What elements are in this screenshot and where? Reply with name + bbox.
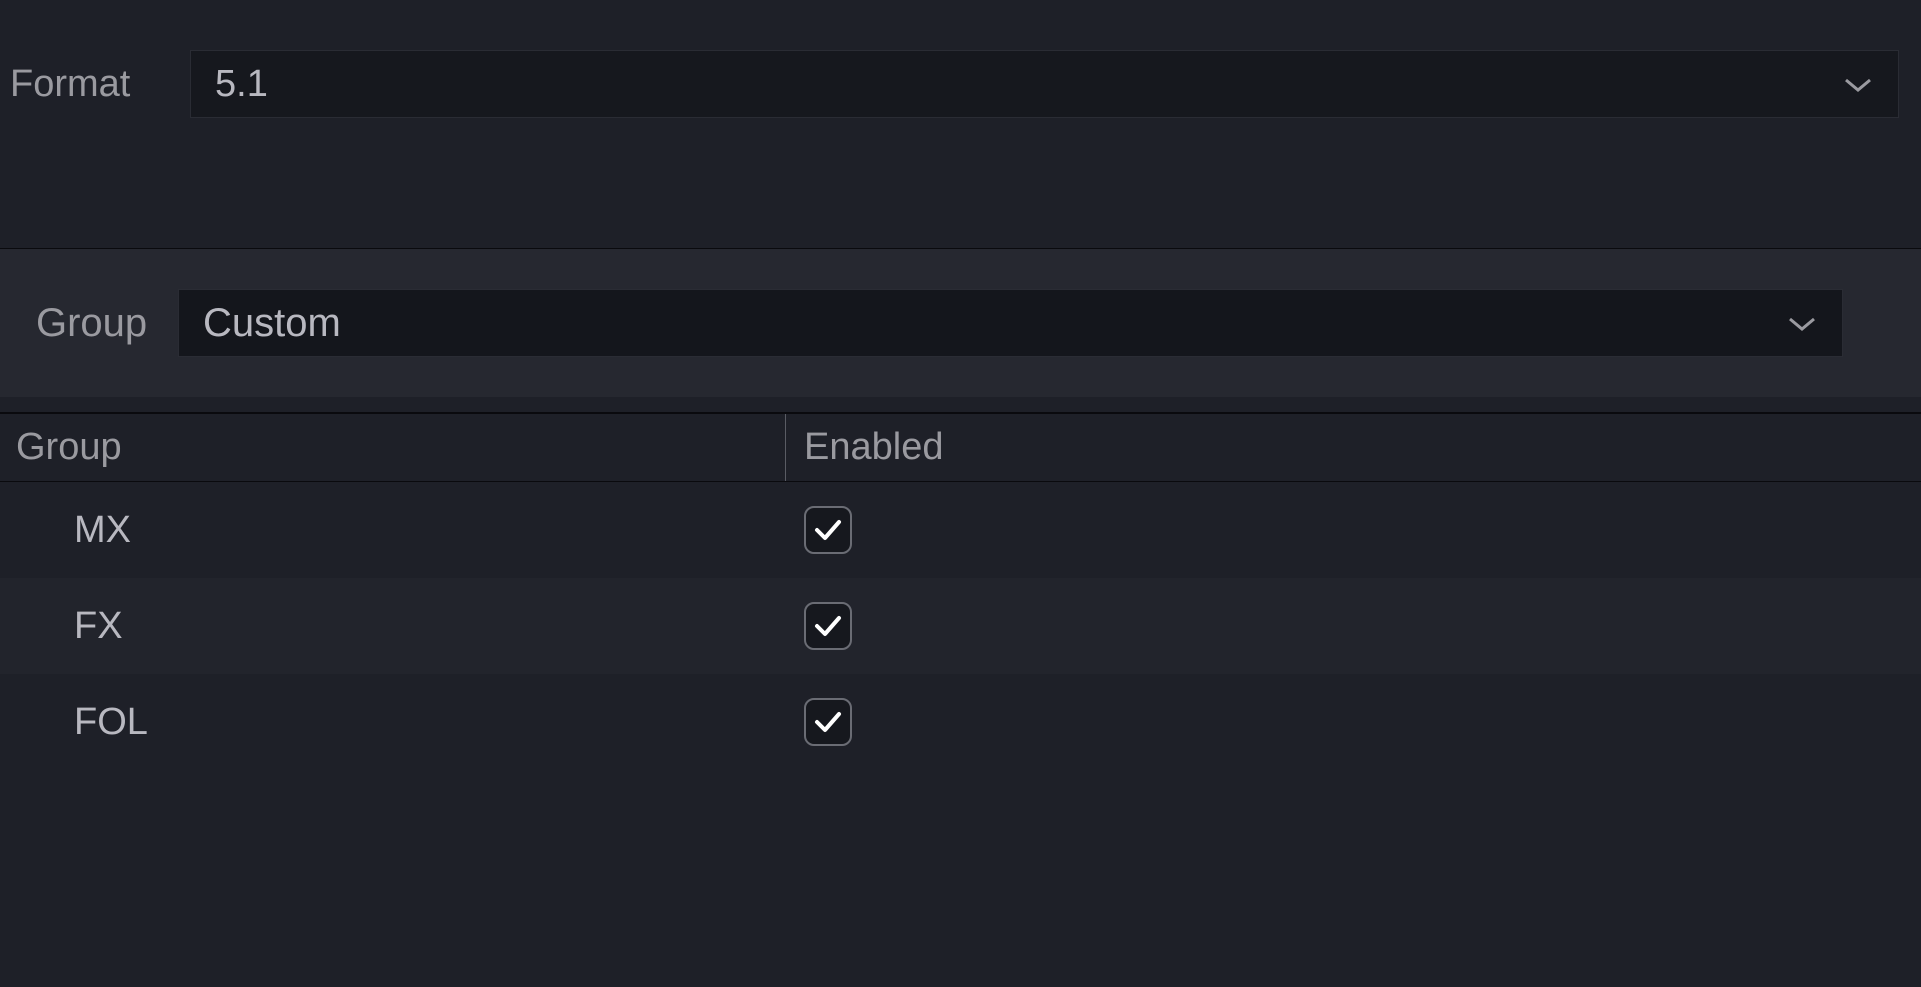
row-group-name: FX bbox=[0, 589, 786, 664]
header-enabled[interactable]: Enabled bbox=[786, 414, 1921, 481]
enabled-checkbox[interactable] bbox=[804, 698, 852, 746]
header-group[interactable]: Group bbox=[0, 414, 786, 481]
format-dropdown[interactable]: 5.1 bbox=[190, 50, 1899, 118]
group-dropdown-value: Custom bbox=[203, 301, 341, 346]
table-row[interactable]: FOL bbox=[0, 674, 1921, 770]
table-header: Group Enabled bbox=[0, 414, 1921, 482]
format-dropdown-value: 5.1 bbox=[215, 63, 268, 106]
format-section: Format 5.1 bbox=[0, 0, 1921, 128]
chevron-down-icon bbox=[1786, 313, 1818, 333]
spacer bbox=[0, 128, 1921, 248]
group-dropdown[interactable]: Custom bbox=[178, 289, 1843, 357]
table-row[interactable]: FX bbox=[0, 578, 1921, 674]
enabled-checkbox[interactable] bbox=[804, 602, 852, 650]
format-label: Format bbox=[10, 63, 160, 106]
row-group-name: MX bbox=[0, 493, 786, 568]
row-enabled-cell bbox=[786, 682, 1921, 762]
group-section: Group Custom bbox=[0, 248, 1921, 397]
row-enabled-cell bbox=[786, 586, 1921, 666]
row-enabled-cell bbox=[786, 490, 1921, 570]
chevron-down-icon bbox=[1842, 74, 1874, 94]
table-row[interactable]: MX bbox=[0, 482, 1921, 578]
group-label: Group bbox=[36, 301, 154, 346]
row-group-name: FOL bbox=[0, 685, 786, 760]
enabled-checkbox[interactable] bbox=[804, 506, 852, 554]
groups-table: Group Enabled MX FX FOL bbox=[0, 412, 1921, 770]
